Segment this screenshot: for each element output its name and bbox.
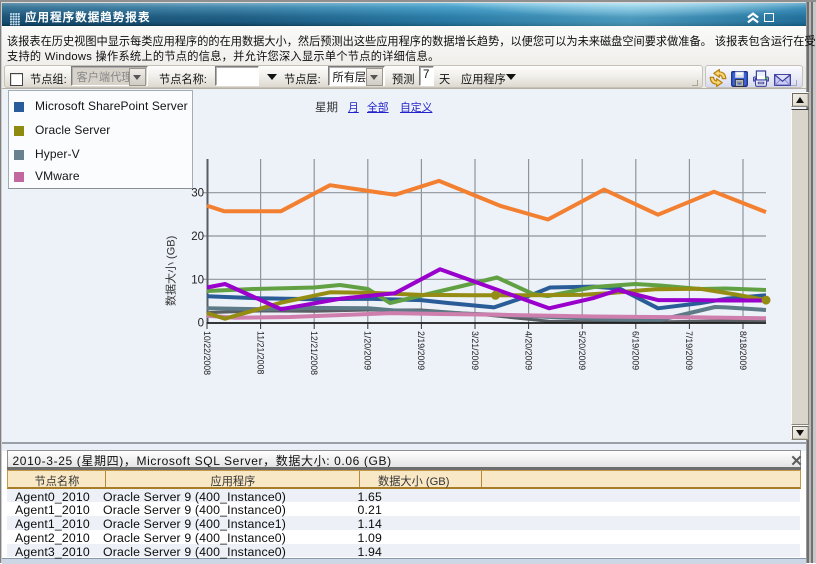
svg-text:20: 20 [191,231,204,243]
svg-text:5/20/2009: 5/20/2009 [577,331,587,370]
svg-text:2/19/2009: 2/19/2009 [416,331,426,370]
svg-text:数据大小 (GB): 数据大小 (GB) [164,236,178,306]
svg-text:12/21/2008: 12/21/2008 [309,331,319,375]
svg-text:10/22/2008: 10/22/2008 [202,331,212,375]
svg-text:30: 30 [191,188,204,200]
svg-text:6/19/2009: 6/19/2009 [631,331,641,370]
svg-text:10: 10 [191,274,204,286]
svg-text:11/21/2008: 11/21/2008 [255,331,265,374]
svg-text:7/19/2009: 7/19/2009 [684,331,694,370]
svg-text:8/18/2009: 8/18/2009 [738,331,748,370]
svg-text:3/21/2009: 3/21/2009 [470,331,480,370]
svg-text:0: 0 [198,318,204,330]
svg-text:4/20/2009: 4/20/2009 [523,331,533,370]
svg-text:1/20/2009: 1/20/2009 [363,331,373,370]
